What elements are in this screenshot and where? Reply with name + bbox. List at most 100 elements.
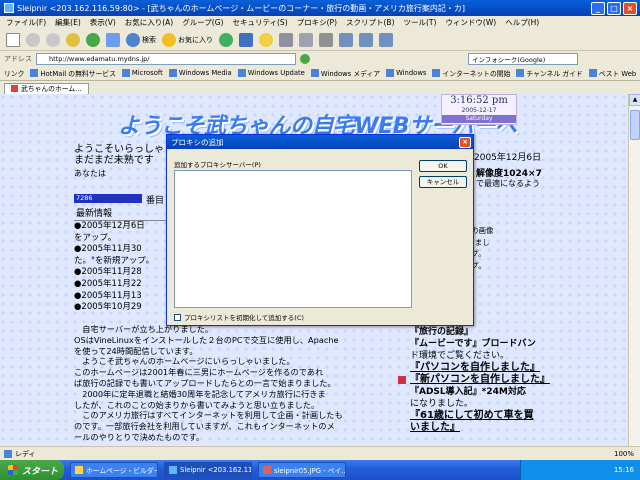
task-paint[interactable]: sleipnir05.JPG - ペイ... [258,462,346,478]
scroll-thumb[interactable] [630,110,640,140]
dialog-titlebar[interactable]: プロキシの追加 × [167,135,473,149]
link-microsoft[interactable]: Microsoft [121,69,163,77]
link-windows[interactable]: Windows [386,69,426,77]
link-new-pc-build[interactable]: 『新パソコンを自作しました』 [398,374,588,386]
link-channel-guide[interactable]: チャンネル ガイド [516,68,583,78]
link-windows-update[interactable]: Windows Update [237,69,305,77]
minimize-button[interactable]: _ [591,1,605,15]
page-status-icon [4,449,12,458]
bookmark-add-button[interactable] [259,32,273,47]
address-input[interactable] [36,52,296,65]
link-car-cont[interactable]: いました』 [410,422,588,434]
history-icon [219,32,233,47]
menu-tools[interactable]: ツール(T) [404,17,437,28]
menu-view[interactable]: 表示(V) [90,17,116,28]
link-car[interactable]: 『61歳にして初めて車を買 [410,410,588,422]
favorites-button[interactable]: お気に入り [162,32,213,47]
forward-button[interactable] [46,32,60,47]
maximize-button[interactable]: □ [607,1,621,15]
news-item[interactable]: ●2005年10月29 [74,302,172,314]
link-adsl[interactable]: 『ADSL導入記』*24M対応 [410,386,588,398]
link-hotmail-label: HotMail の無料サービス [40,70,116,78]
back-button[interactable] [26,32,40,47]
menu-window[interactable]: ウィンドウ(W) [445,17,496,28]
ok-button[interactable]: OK [419,160,467,172]
intro-line: OSはVineLinuxをインストールした２台のPCで交互に使用し、Apache [74,334,339,345]
vertical-scrollbar[interactable]: ▲ [628,94,640,446]
cancel-button[interactable]: キャンセル [419,176,467,188]
dialog-close-button[interactable]: × [459,136,471,148]
mail-button[interactable] [239,32,253,47]
link-movies[interactable]: 『ムービーです』ブロードバン [410,338,588,350]
link-internet-start[interactable]: インターネットの開始 [432,68,510,78]
task-sleipnir[interactable]: Sleipnir <203.162.116... [164,462,252,478]
window-titlebar[interactable]: Sleipnir <203.162.116.59:80> - [武ちゃんのホーム… [0,0,640,16]
link-adsl-note: になりました。 [410,399,474,409]
link-windows-media-jp[interactable]: Windows メディア [310,68,381,78]
menu-bar: ファイル(F) 編集(E) 表示(V) お気に入り(A) グループ(G) セキュ… [0,16,640,29]
status-bar: レディ 100% [0,446,640,460]
tray-clock[interactable]: 15:16 [614,466,634,474]
scroll-up-arrow-icon[interactable]: ▲ [629,94,640,106]
address-bar: アドレス [0,51,640,66]
home-button[interactable] [106,32,120,47]
news-item[interactable]: ●2005年11月30 [74,244,172,256]
taskbar: スタート ホームページ・ビルダー... Sleipnir <203.162.11… [0,460,640,480]
history-button[interactable] [219,32,233,47]
new-page-button[interactable] [6,32,20,47]
start-button[interactable]: スタート [0,460,64,480]
clock-day: Saturday [442,115,516,123]
proxy-server-input[interactable] [174,170,412,308]
news-item[interactable]: ●2005年12月6日 [74,221,172,233]
link-windows-media-jp-label: Windows メディア [320,70,381,78]
counter-suffix: 番目 [146,196,165,206]
checkbox-box[interactable] [174,313,181,321]
zoom-level[interactable]: 100% [614,450,634,458]
visitor-counter: 7286 [74,194,142,203]
new-badge-icon [398,376,406,384]
link-internet-start-label: インターネットの開始 [442,70,511,78]
bookmark-icon [259,32,273,47]
menu-group[interactable]: グループ(G) [182,17,223,28]
news-item[interactable]: ●2005年11月28 [74,267,172,279]
menu-help[interactable]: ヘルプ(H) [505,17,539,28]
menu-favorites[interactable]: お気に入り(A) [125,17,173,28]
links-label: リンク [4,70,25,78]
link-best-web[interactable]: ベスト Web [588,68,636,78]
news-item[interactable]: ●2005年11月22 [74,279,172,291]
stop-button[interactable] [66,32,80,47]
link-travel-record[interactable]: 『旅行の記録』 [410,326,588,338]
link-microsoft-label: Microsoft [131,69,163,77]
menu-script[interactable]: スクリプト(B) [346,17,395,28]
menu-security[interactable]: セキュリティ(S) [232,17,287,28]
go-icon[interactable] [300,53,310,64]
page-icon [11,85,18,92]
app-icon [169,466,177,474]
favorites-button-label: お気に入り [178,35,213,44]
reset-proxy-list-checkbox[interactable]: プロキシリストを初期化して追加する(C) [174,312,304,322]
tool-button-4[interactable] [339,32,353,47]
tool-button-6[interactable] [379,32,393,47]
menu-file[interactable]: ファイル(F) [6,17,46,28]
tool-button-5[interactable] [359,32,373,47]
link-windows-media[interactable]: Windows Media [168,69,232,77]
close-button[interactable]: × [623,1,637,15]
intro-line: このホームページは2001年春に三男にホームページを作るのであれ [74,367,324,378]
search-engine-input[interactable] [468,52,578,65]
menu-edit[interactable]: 編集(E) [55,17,81,28]
tab-home-label: 武ちゃんのホーム... [21,84,82,93]
tab-home[interactable]: 武ちゃんのホーム... [4,82,89,94]
task-homepage-builder[interactable]: ホームページ・ビルダー... [70,462,158,478]
tool-button-2[interactable] [299,32,313,47]
link-channel-guide-label: チャンネル ガイド [526,70,583,78]
tool-button-3[interactable] [319,32,333,47]
refresh-button[interactable] [86,32,100,47]
content-links: 『旅行の記録』 『ムービーです』ブロードバン ド環境でご覧ください。 『パソコン… [398,326,588,434]
tool-button-1[interactable] [279,32,293,47]
menu-proxy[interactable]: プロキシ(P) [297,17,337,28]
link-hotmail[interactable]: HotMail の無料サービス [30,68,116,78]
search-button[interactable]: 検索 [126,32,156,47]
news-item[interactable]: ●2005年11月13 [74,291,172,303]
link-pc-build[interactable]: 『パソコンを自作しました』 [410,362,588,374]
dialog-title: プロキシの追加 [171,137,224,147]
